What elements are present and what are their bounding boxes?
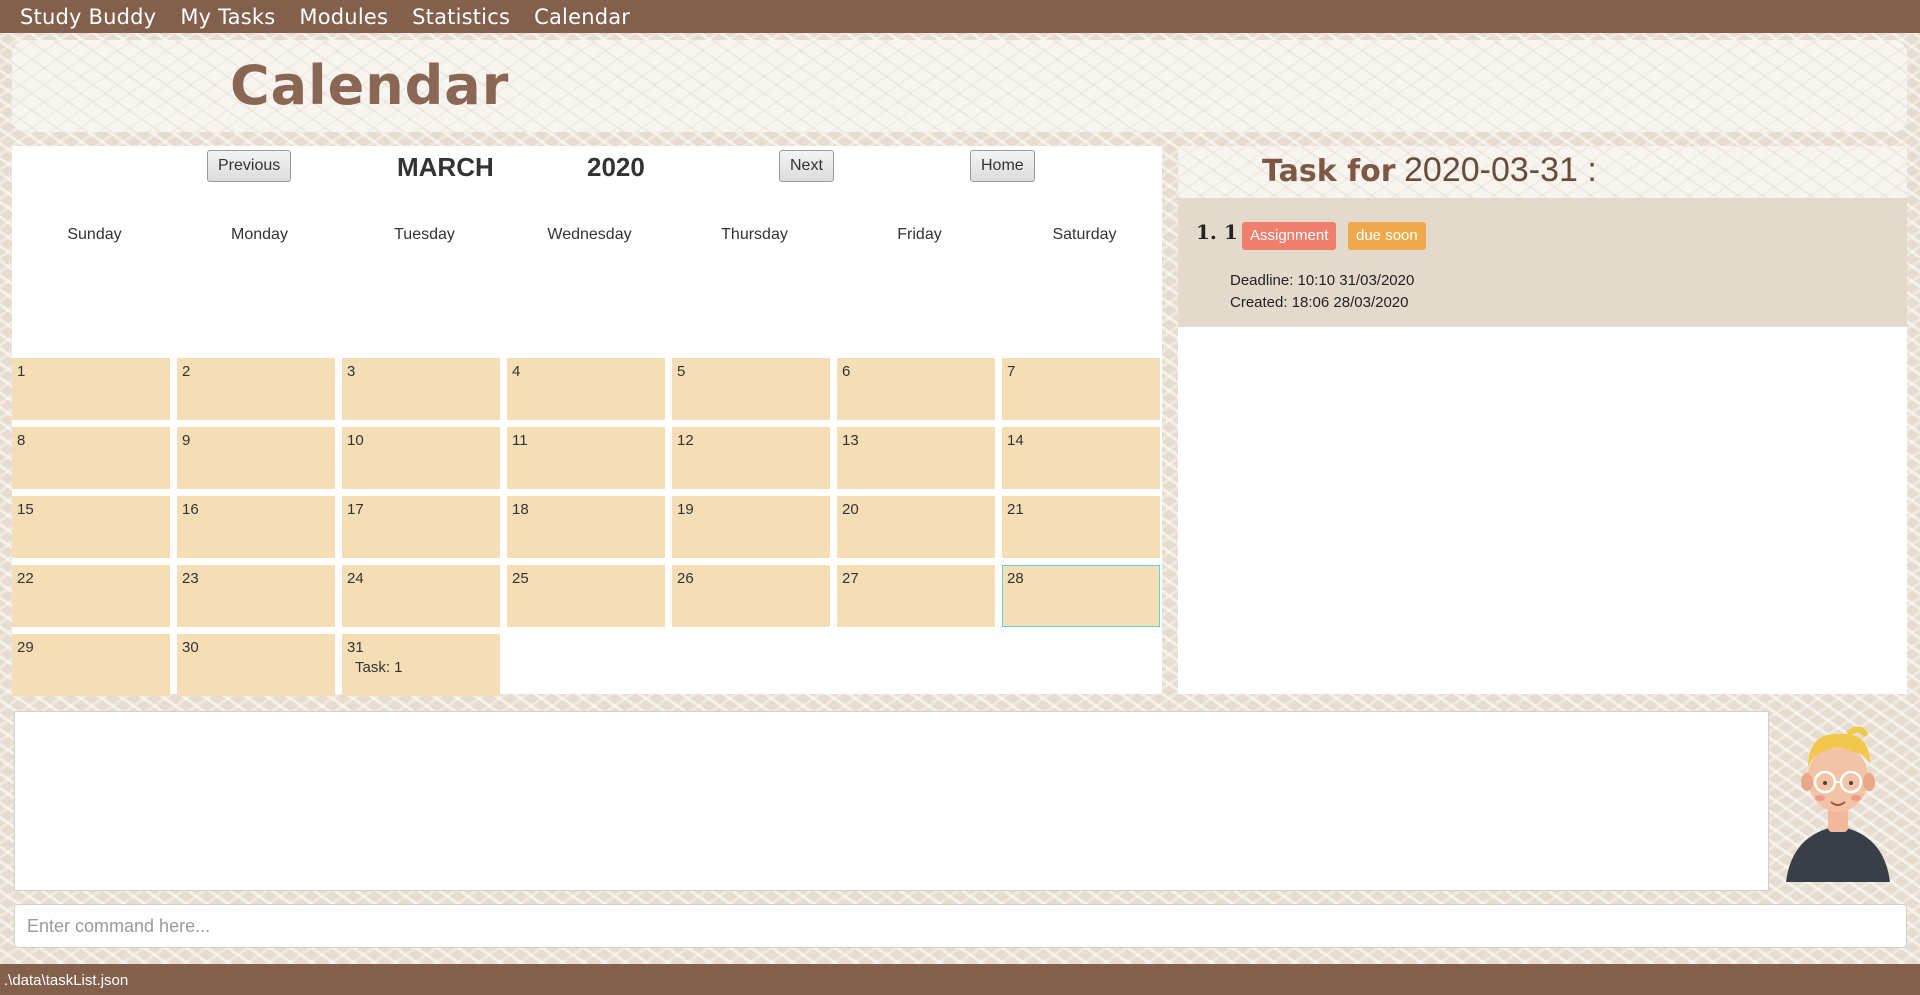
calendar-day-number: 17 [347,501,364,518]
menu-my-tasks[interactable]: My Tasks [168,5,287,29]
calendar-day-number: 15 [17,501,34,518]
task-created: Created: 18:06 28/03/2020 [1230,294,1409,311]
calendar-day-cell[interactable]: 10 [342,427,500,489]
page-title: Calendar [230,54,510,117]
calendar-day-number: 5 [677,363,686,380]
calendar-panel: Previous MARCH 2020 Next Home Sunday Mon… [12,146,1162,696]
calendar-day-number: 23 [182,570,199,587]
calendar-day-cell[interactable]: 4 [507,358,665,420]
command-input[interactable] [14,904,1907,948]
menu-statistics[interactable]: Statistics [400,5,522,29]
task-type-badge: Assignment [1242,222,1337,250]
calendar-day-cell[interactable]: 9 [177,427,335,489]
calendar-day-cell[interactable]: 13 [837,427,995,489]
calendar-day-cell[interactable]: 19 [672,496,830,558]
calendar-day-number: 18 [512,501,529,518]
calendar-day-cell[interactable]: 12 [672,427,830,489]
calendar-day-number: 7 [1007,363,1016,380]
calendar-day-number: 27 [842,570,859,587]
weekday-tuesday: Tuesday [394,226,455,243]
calendar-day-number: 13 [842,432,859,449]
weekday-friday: Friday [897,226,942,243]
task-deadline: Deadline: 10:10 31/03/2020 [1230,272,1415,289]
calendar-day-number: 11 [512,432,528,449]
weekday-sunday: Sunday [67,226,122,243]
calendar-day-cell[interactable]: 21 [1002,496,1160,558]
year-label: 2020 [587,152,645,182]
calendar-day-cell[interactable]: 14 [1002,427,1160,489]
calendar-day-cell[interactable]: 18 [507,496,665,558]
calendar-day-cell[interactable]: 30 [177,634,335,696]
calendar-day-cell[interactable]: 27 [837,565,995,627]
calendar-day-cell[interactable]: 29 [12,634,170,696]
month-label: MARCH [397,152,494,182]
calendar-day-cell[interactable]: 28 [1002,565,1160,627]
calendar-day-number: 19 [677,501,694,518]
task-header-label: Task for [1262,154,1396,189]
calendar-day-number: 31 [347,639,364,656]
result-display [14,711,1769,891]
calendar-day-number: 9 [182,432,191,449]
task-index: 1. 1 [1196,220,1238,244]
calendar-day-cell[interactable]: 23 [177,565,335,627]
calendar-day-number: 12 [677,432,694,449]
task-list: 1. 1 Assignment due soon Deadline: 10:10… [1178,198,1907,694]
calendar-day-number: 4 [512,363,521,380]
menu-calendar[interactable]: Calendar [522,5,642,29]
calendar-day-cell[interactable]: 15 [12,496,170,558]
calendar-day-cell[interactable]: 16 [177,496,335,558]
weekday-wednesday: Wednesday [547,226,632,243]
calendar-day-number: 21 [1007,501,1024,518]
calendar-day-cell[interactable]: 24 [342,565,500,627]
calendar-day-number: 3 [347,363,356,380]
calendar-day-cell[interactable]: 3 [342,358,500,420]
calendar-day-number: 8 [17,432,26,449]
calendar-day-number: 14 [1007,432,1024,449]
task-header-date: 2020-03-31 : [1404,151,1597,189]
calendar-day-cell[interactable]: 1 [12,358,170,420]
calendar-day-number: 28 [1007,570,1024,587]
status-bar: .\data\taskList.json [0,964,1920,995]
calendar-day-cell[interactable]: 26 [672,565,830,627]
calendar-day-cell[interactable]: 20 [837,496,995,558]
avatar-icon [1786,726,1890,882]
task-panel-header: Task for 2020-03-31 : [1178,146,1907,198]
status-file-path: .\data\taskList.json [4,972,129,989]
title-banner: Calendar [12,40,1907,132]
calendar-day-cell[interactable]: 22 [12,565,170,627]
calendar-day-number: 26 [677,570,694,587]
weekday-saturday: Saturday [1052,226,1117,243]
calendar-day-number: 29 [17,639,34,656]
calendar-day-number: 25 [512,570,529,587]
calendar-day-cell[interactable]: 25 [507,565,665,627]
calendar-day-number: 24 [347,570,364,587]
calendar-day-cell[interactable]: 5 [672,358,830,420]
calendar-day-cell[interactable]: 17 [342,496,500,558]
next-month-button[interactable]: Next [779,150,834,182]
calendar-day-cell[interactable]: 8 [12,427,170,489]
calendar-day-number: 16 [182,501,199,518]
calendar-day-cell[interactable]: 2 [177,358,335,420]
menu-modules[interactable]: Modules [287,5,400,29]
weekday-thursday: Thursday [721,226,788,243]
calendar-day-number: 10 [347,432,364,449]
menu-study-buddy[interactable]: Study Buddy [8,5,168,29]
calendar-day-number: 1 [17,363,26,380]
calendar-day-number: 6 [842,363,851,380]
calendar-day-cell[interactable]: 7 [1002,358,1160,420]
menu-bar: Study Buddy My Tasks Modules Statistics … [0,0,1920,33]
weekday-monday: Monday [231,226,288,243]
calendar-day-cell[interactable]: 31 Task: 1 [342,634,500,696]
calendar-day-number: 20 [842,501,859,518]
calendar-day-cell[interactable]: 6 [837,358,995,420]
calendar-day-task-count: Task: 1 [355,659,403,676]
previous-month-button[interactable]: Previous [207,150,292,182]
calendar-day-number: 2 [182,363,191,380]
calendar-day-cell[interactable]: 11 [507,427,665,489]
calendar-day-number: 22 [17,570,34,587]
task-card[interactable]: 1. 1 Assignment due soon Deadline: 10:10… [1178,198,1907,327]
task-status-badge: due soon [1348,222,1426,250]
calendar-day-number: 30 [182,639,199,656]
home-button[interactable]: Home [970,150,1035,182]
